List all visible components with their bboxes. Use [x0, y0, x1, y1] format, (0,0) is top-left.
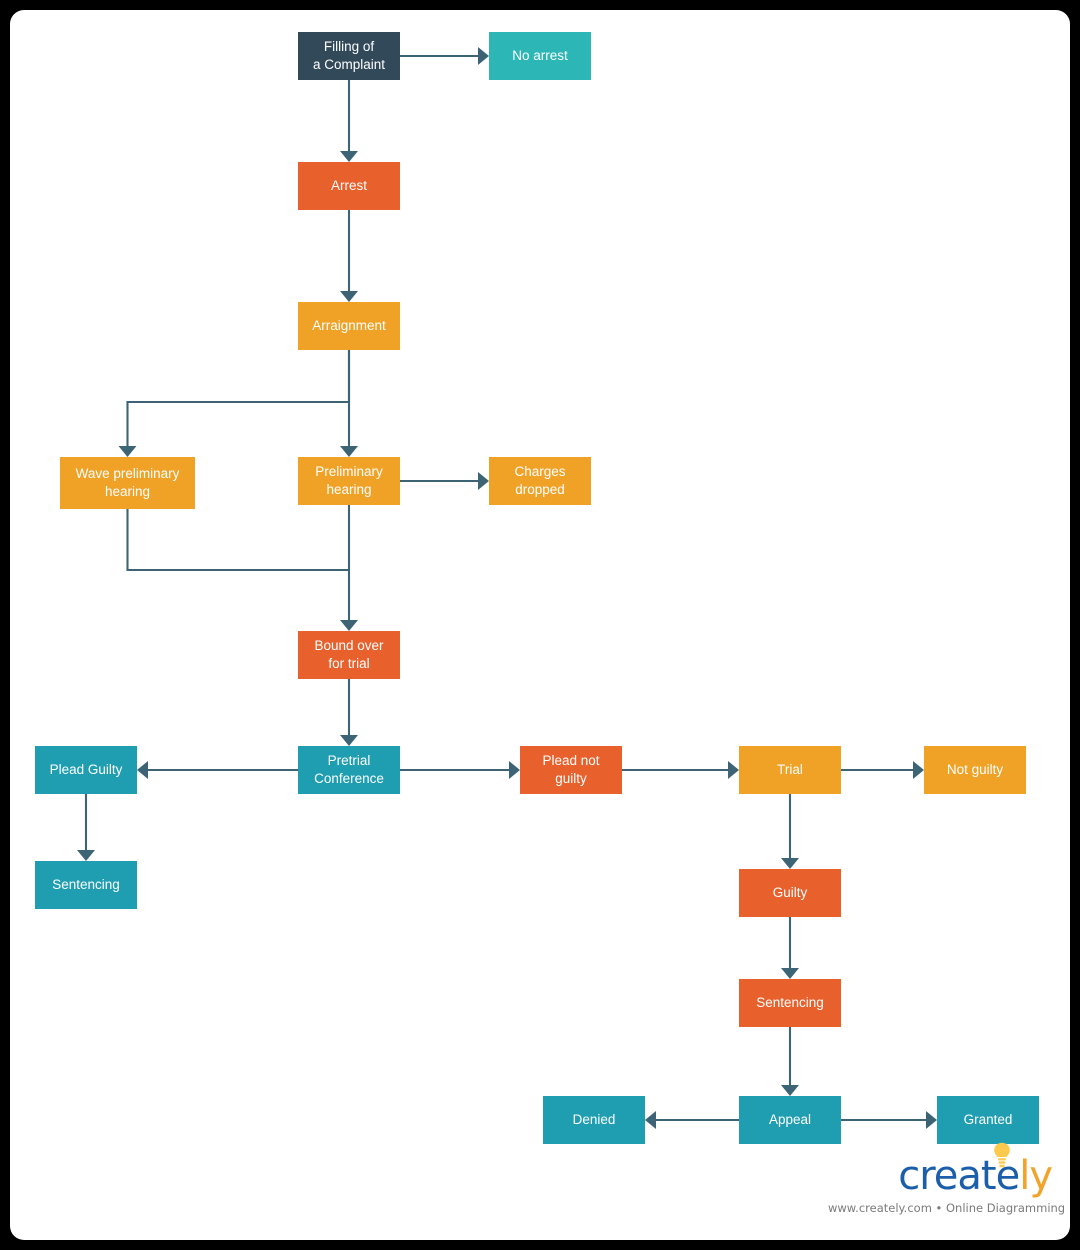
- e-appeal-denied-head: [645, 1111, 656, 1129]
- node-sentencing_r[interactable]: Sentencing: [739, 979, 841, 1027]
- node-arrest[interactable]: Arrest: [298, 162, 400, 210]
- node-label-arraignment: Arraignment: [312, 318, 386, 333]
- node-arraignment[interactable]: Arraignment: [298, 302, 400, 350]
- node-label-arrest: Arrest: [331, 178, 367, 193]
- node-filling[interactable]: Filling of a Complaint: [298, 32, 400, 80]
- e-pretrial-guilty-head: [137, 761, 148, 779]
- e-arraign-prelim-head: [340, 446, 358, 457]
- node-plead_guilty[interactable]: Plead Guilty: [35, 746, 137, 794]
- lightbulb-icon: [994, 1142, 1010, 1168]
- node-label-denied: Denied: [573, 1112, 616, 1127]
- e-filling-arrest-head: [340, 151, 358, 162]
- e-wave-bound: [126, 509, 349, 572]
- e-filling-no-arrest-head: [478, 47, 489, 65]
- node-label-no_arrest: No arrest: [512, 48, 568, 63]
- diagram-canvas: Filling of a Complaint No arrest Arrest Arra…: [10, 10, 1070, 1240]
- node-bound_over[interactable]: Bound over for trial: [298, 631, 400, 679]
- node-label-sentencing_r: Sentencing: [756, 995, 824, 1010]
- node-wave_prelim[interactable]: Wave preliminary hearing: [60, 457, 195, 509]
- e-bound-pretrial-head: [340, 735, 358, 746]
- e-pretrial-notguilty-head: [509, 761, 520, 779]
- e-trial-notguilty-head: [913, 761, 924, 779]
- node-label-guilty: Guilty: [773, 885, 808, 900]
- e-guilty-sentencing-head: [77, 850, 95, 861]
- e-sentence-appeal-head: [781, 1085, 799, 1096]
- creately-wordmark: creately: [828, 1142, 1058, 1200]
- node-label-not_guilty: Not guilty: [947, 762, 1004, 777]
- node-sentencing_l[interactable]: Sentencing: [35, 861, 137, 909]
- e-prelim-charges-head: [478, 472, 489, 490]
- node-prelim[interactable]: Preliminary hearing: [298, 457, 400, 505]
- node-label-trial: Trial: [777, 762, 803, 777]
- e-arrest-arraign-head: [340, 291, 358, 302]
- e-arraign-wave-head: [118, 446, 137, 457]
- e-guilty-sentence-head: [781, 968, 799, 979]
- e-notguilty-trial-head: [728, 761, 739, 779]
- node-label-sentencing_l: Sentencing: [52, 877, 120, 892]
- node-pretrial[interactable]: Pretrial Conference: [298, 746, 400, 794]
- e-appeal-granted-head: [926, 1111, 937, 1129]
- node-no_arrest[interactable]: No arrest: [489, 32, 591, 80]
- creately-tagline: www.creately.com • Online Diagramming: [828, 1201, 1066, 1215]
- creately-watermark: creately www.creately.com • Online Diagr…: [828, 1142, 1066, 1232]
- node-guilty[interactable]: Guilty: [739, 869, 841, 917]
- node-granted[interactable]: Granted: [937, 1096, 1039, 1144]
- e-trial-guilty-head: [781, 858, 799, 869]
- node-not_guilty[interactable]: Not guilty: [924, 746, 1026, 794]
- nodes-layer: Filling of a Complaint No arrest Arrest Arra…: [35, 32, 1039, 1144]
- node-label-appeal: Appeal: [769, 1112, 811, 1127]
- e-arraign-wave: [126, 350, 351, 446]
- node-charges[interactable]: Charges dropped: [489, 457, 591, 505]
- node-denied[interactable]: Denied: [543, 1096, 645, 1144]
- e-prelim-bound-head: [340, 620, 358, 631]
- node-label-granted: Granted: [964, 1112, 1013, 1127]
- node-plead_not[interactable]: Plead not guilty: [520, 746, 622, 794]
- node-label-plead_guilty: Plead Guilty: [50, 762, 123, 777]
- connectors-layer: [77, 47, 937, 1129]
- creately-brand-ly: ly: [1019, 1153, 1053, 1199]
- node-appeal[interactable]: Appeal: [739, 1096, 841, 1144]
- flowchart-svg: Filling of a Complaint No arrest Arrest Arra…: [35, 32, 1039, 1144]
- node-trial[interactable]: Trial: [739, 746, 841, 794]
